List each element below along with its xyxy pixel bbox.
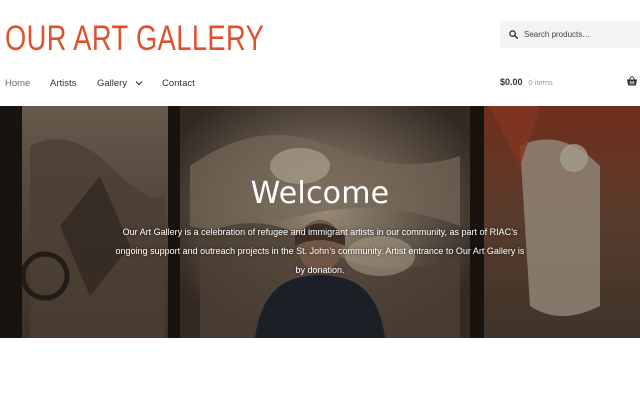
nav-item-gallery[interactable]: Gallery	[97, 78, 143, 89]
chevron-down-icon[interactable]	[135, 79, 143, 87]
hero-overlay	[0, 106, 640, 338]
cart-amount: $0.00	[500, 77, 523, 87]
hero-description: Our Art Gallery is a celebration of refu…	[115, 227, 525, 275]
cart-summary[interactable]: $0.00 0 items	[500, 75, 640, 87]
site-header: OUR ART GALLERY Home Artists Gallery Con…	[0, 0, 640, 105]
hero-heading: Welcome	[250, 176, 390, 211]
search-input[interactable]	[524, 30, 634, 39]
cart-item-count: 0 items	[528, 77, 553, 87]
nav-item-home[interactable]: Home	[5, 78, 30, 89]
hero-banner: Welcome Our Art Gallery is a celebration…	[0, 106, 640, 338]
search-icon	[509, 30, 518, 39]
basket-icon[interactable]	[626, 75, 638, 87]
nav-item-artists[interactable]: Artists	[50, 78, 76, 89]
product-search[interactable]	[500, 21, 640, 48]
nav-item-gallery-label: Gallery	[97, 77, 128, 89]
nav-item-contact[interactable]: Contact	[162, 78, 195, 89]
site-logo[interactable]: OUR ART GALLERY	[5, 19, 264, 59]
